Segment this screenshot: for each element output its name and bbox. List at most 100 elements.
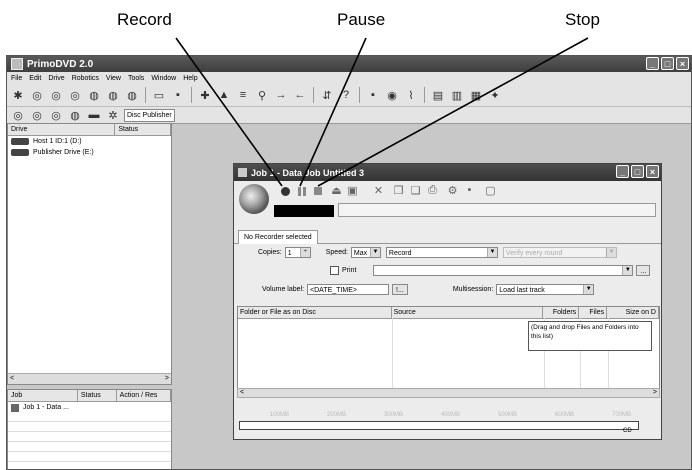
- print-browse-button[interactable]: ...: [636, 265, 651, 276]
- job-minimize-button[interactable]: _: [616, 165, 629, 178]
- save-icon[interactable]: ▪: [463, 184, 476, 197]
- publisher-eject-icon[interactable]: ◍: [67, 107, 83, 123]
- maximize-button[interactable]: □: [661, 57, 674, 70]
- menu-file[interactable]: File: [11, 75, 22, 82]
- main-toolbar: ✱ ◎ ◎ ◎ ◍ ◍ ◍ ▭ ▪ ✚ ▲ ≡ ⚲ → ← ⇵ ? ▪ ◉ ⌇ …: [7, 84, 691, 107]
- publisher-toolbar: ◎ ◎ ◎ ◍ ▬ ✲ Disc Publisher: [7, 107, 691, 124]
- layout-cascade-icon[interactable]: ▦: [468, 87, 484, 103]
- close-button[interactable]: ×: [676, 57, 689, 70]
- sort-icon[interactable]: ⇵: [319, 87, 335, 103]
- disc-copy-icon[interactable]: ◎: [48, 87, 64, 103]
- info-icon[interactable]: ▢: [484, 184, 497, 197]
- menu-robotics[interactable]: Robotics: [72, 75, 99, 82]
- job-name: Job 1 - Data ...: [23, 404, 69, 411]
- menu-window[interactable]: Window: [151, 75, 176, 82]
- volume-label-input[interactable]: <DATE_TIME>: [307, 284, 390, 295]
- publisher-tray-icon[interactable]: ▬: [86, 107, 102, 123]
- print-checkbox[interactable]: [330, 266, 339, 275]
- forward-icon[interactable]: ←: [292, 87, 308, 103]
- verify-select[interactable]: Verify every round ▼: [502, 247, 617, 258]
- drives-panel: Drive Status Host 1 ID:1 (D:) Publisher …: [7, 123, 172, 385]
- size-column-header[interactable]: Size on D: [607, 307, 659, 318]
- menu-drive[interactable]: Drive: [48, 75, 64, 82]
- layout-horizontal-icon[interactable]: ▤: [430, 87, 446, 103]
- eject-icon[interactable]: ⏏: [330, 184, 343, 197]
- record-icon[interactable]: [281, 187, 290, 196]
- drive-icon: [11, 138, 29, 145]
- file-column-header[interactable]: Folder or File as on Disc: [238, 307, 392, 318]
- disc-data-icon[interactable]: ◎: [67, 87, 83, 103]
- tab-recorder[interactable]: No Recorder selected: [238, 230, 318, 244]
- disc-audio-icon[interactable]: ◍: [105, 87, 121, 103]
- minimize-button[interactable]: _: [646, 57, 659, 70]
- menu-edit[interactable]: Edit: [29, 75, 41, 82]
- file-list[interactable]: Folder or File as on Disc Source Folders…: [237, 306, 660, 398]
- speed-select[interactable]: Max ▼: [350, 247, 381, 258]
- drive-column-header[interactable]: Drive: [8, 124, 116, 135]
- disc-publisher-select[interactable]: Disc Publisher: [124, 108, 175, 122]
- publisher-disc-icon[interactable]: ◎: [10, 107, 26, 123]
- copies-stepper[interactable]: 1 ÷: [284, 247, 311, 258]
- drive-row[interactable]: Publisher Drive (E:): [8, 147, 171, 158]
- drives-scrollbar[interactable]: < >: [8, 373, 171, 384]
- action-column-header[interactable]: Action / Res: [117, 390, 171, 401]
- menu-tools[interactable]: Tools: [128, 75, 144, 82]
- save-disk-icon[interactable]: ▪: [365, 87, 381, 103]
- disc-icon[interactable]: ◎: [29, 87, 45, 103]
- move-icon[interactable]: ▲: [216, 87, 232, 103]
- delete-icon[interactable]: ✕: [372, 184, 385, 197]
- pause-icon[interactable]: [298, 187, 307, 196]
- help-icon[interactable]: ?: [338, 87, 354, 103]
- job-toolbar: ⏏ ▣ ✕ ❐ ❏ ⎙ ⚙ ▪ ▢: [234, 181, 661, 229]
- capacity-mark: 600MB: [555, 412, 575, 418]
- settings-icon[interactable]: ⚙: [446, 184, 459, 197]
- folders-column-header[interactable]: Folders: [543, 307, 580, 318]
- capacity-mark: 400MB: [441, 412, 461, 418]
- job-maximize-button[interactable]: □: [631, 165, 644, 178]
- capacity-bar: 100MB 200MB 300MB 400MB 500MB 600MB 700M…: [237, 412, 660, 434]
- save-icon[interactable]: ▪: [170, 87, 186, 103]
- volume-label-button[interactable]: !...: [392, 284, 408, 295]
- back-icon[interactable]: →: [273, 87, 289, 103]
- files-column-header[interactable]: Files: [579, 307, 608, 318]
- publisher-disc2-icon[interactable]: ◎: [29, 107, 45, 123]
- drive-icon: [11, 149, 29, 156]
- job-close-button[interactable]: ×: [646, 165, 659, 178]
- capacity-mark: 500MB: [498, 412, 518, 418]
- multisession-label: Multisession:: [452, 286, 494, 293]
- job-status-column-header[interactable]: Status: [78, 390, 117, 401]
- filter-icon[interactable]: ≡: [235, 87, 251, 103]
- add-icon[interactable]: ✚: [197, 87, 213, 103]
- settings-icon[interactable]: ✦: [487, 87, 503, 103]
- print-select[interactable]: ▼: [373, 265, 634, 276]
- paste-icon[interactable]: ❏: [409, 184, 422, 197]
- menu-view[interactable]: View: [106, 75, 121, 82]
- properties-icon[interactable]: ▣: [346, 184, 359, 197]
- file-list-scrollbar[interactable]: < >: [237, 388, 660, 398]
- multisession-select[interactable]: Load last track ▼: [496, 284, 595, 295]
- layout-vertical-icon[interactable]: ▥: [449, 87, 465, 103]
- stop-callout: Stop: [565, 10, 600, 29]
- stop-icon[interactable]: [314, 187, 322, 195]
- app-icon: [11, 58, 23, 70]
- drive-name: Publisher Drive (E:): [33, 149, 94, 156]
- open-icon[interactable]: ▭: [151, 87, 167, 103]
- print-icon[interactable]: ⎙: [426, 184, 439, 197]
- drive-row[interactable]: Host 1 ID:1 (D:): [8, 136, 171, 147]
- job-column-header[interactable]: Job: [8, 390, 78, 401]
- disc-video-icon[interactable]: ◍: [124, 87, 140, 103]
- copy-icon[interactable]: ❐: [392, 184, 405, 197]
- graph-icon[interactable]: ⌇: [403, 87, 419, 103]
- publisher-robot-icon[interactable]: ✲: [105, 107, 121, 123]
- mode-select[interactable]: Record ▼: [385, 247, 498, 258]
- job-row[interactable]: Job 1 - Data ...: [8, 402, 171, 413]
- search-icon[interactable]: ⚲: [254, 87, 270, 103]
- menu-help[interactable]: Help: [183, 75, 197, 82]
- disc-image-icon[interactable]: ◍: [86, 87, 102, 103]
- wizard-icon[interactable]: ✱: [10, 87, 26, 103]
- publisher-disc3-icon[interactable]: ◎: [48, 107, 64, 123]
- drive-name: Host 1 ID:1 (D:): [33, 138, 82, 145]
- source-column-header[interactable]: Source: [392, 307, 544, 318]
- inspect-icon[interactable]: ◉: [384, 87, 400, 103]
- status-column-header[interactable]: Status: [115, 124, 171, 135]
